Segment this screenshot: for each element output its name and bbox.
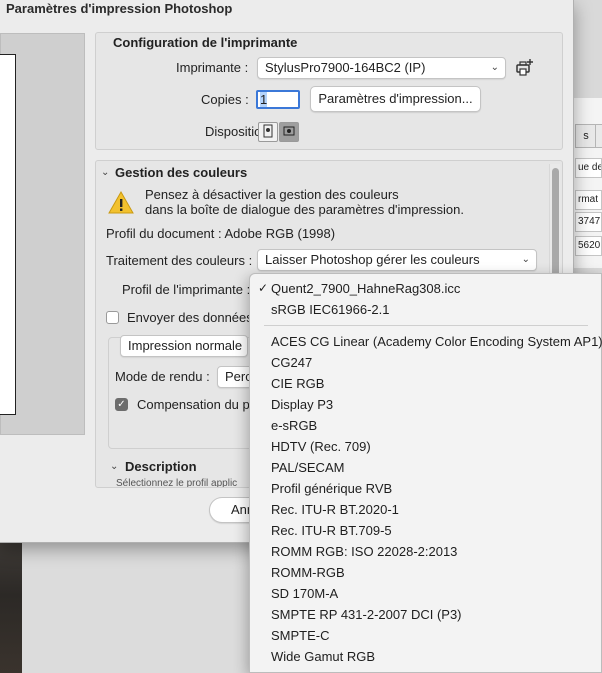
menu-item[interactable]: Display P3	[250, 394, 602, 415]
menu-item[interactable]: Rec. ITU-R BT.709-5	[250, 520, 602, 541]
color-handling-select[interactable]: Laisser Photoshop gérer les couleurs ⌄	[257, 249, 537, 271]
menu-item[interactable]: SMPTE RP 431-2-2007 DCI (P3)	[250, 604, 602, 625]
send-data-checkbox[interactable]	[106, 311, 119, 324]
printer-profile-menu: ✓ Quent2_7900_HahneRag308.icc sRGB IEC61…	[249, 273, 602, 673]
printer-select[interactable]: StylusPro7900-164BC2 (IP) ⌄	[257, 57, 506, 79]
background-cell: 5620	[575, 236, 602, 256]
preview-paper	[0, 54, 16, 415]
background-cell: ue de	[575, 158, 602, 178]
send-data-label: Envoyer des données	[127, 310, 253, 325]
copies-input-value: 1	[260, 92, 268, 107]
menu-item-selected[interactable]: ✓ Quent2_7900_HahneRag308.icc	[250, 278, 602, 299]
menu-item[interactable]: Profil générique RVB	[250, 478, 602, 499]
document-profile: Profil du document : Adobe RGB (1998)	[106, 226, 336, 241]
menu-item[interactable]: sRGB IEC61966-2.1	[250, 299, 602, 320]
background-image-strip	[0, 543, 22, 673]
normal-print-select[interactable]: Impression normale	[120, 335, 248, 357]
menu-item[interactable]: PAL/SECAM	[250, 457, 602, 478]
warning-icon	[108, 190, 134, 215]
landscape-layout-icon[interactable]	[279, 122, 299, 142]
portrait-layout-icon[interactable]	[258, 122, 278, 142]
menu-item[interactable]: HDTV (Rec. 709)	[250, 436, 602, 457]
menu-item[interactable]: SMPTE-C	[250, 625, 602, 646]
add-printer-icon[interactable]	[514, 58, 534, 78]
background-cell: 3747	[575, 212, 602, 232]
compensation-checkbox[interactable]: ✓	[115, 398, 128, 411]
menu-item[interactable]: ACES CG Linear (Academy Color Encoding S…	[250, 331, 602, 352]
chevron-down-icon[interactable]: ⌄	[110, 461, 118, 472]
menu-item[interactable]: e-sRGB	[250, 415, 602, 436]
print-settings-button[interactable]: Paramètres d'impression...	[310, 86, 481, 112]
compensation-label: Compensation du po	[137, 397, 257, 412]
copies-input[interactable]: 1	[256, 90, 300, 109]
color-section-title: Gestion des couleurs	[115, 165, 248, 180]
menu-item[interactable]: CIE RGB	[250, 373, 602, 394]
printer-select-value: StylusPro7900-164BC2 (IP)	[265, 60, 426, 75]
warning-text-line1: Pensez à désactiver la gestion des coule…	[145, 187, 399, 202]
menu-item[interactable]: SD 170M-A	[250, 583, 602, 604]
printer-section-title: Configuration de l'imprimante	[113, 35, 298, 50]
printer-label: Imprimante :	[176, 60, 249, 75]
copies-label: Copies :	[201, 92, 249, 107]
menu-item[interactable]: Rec. ITU-R BT.2020-1	[250, 499, 602, 520]
warning-text-line2: dans la boîte de dialogue des paramètres…	[145, 202, 465, 217]
chevron-down-icon: ⌄	[490, 62, 499, 73]
checkmark-icon: ✓	[258, 281, 269, 295]
background-tab[interactable]: s	[575, 124, 597, 148]
normal-print-value: Impression normale	[128, 338, 243, 353]
description-text: Sélectionnez le profil applic	[116, 478, 238, 488]
chevron-down-icon: ⌄	[521, 254, 530, 265]
render-mode-value: Perc	[225, 369, 252, 384]
background-cell: rmat	[575, 190, 602, 210]
color-handling-label: Traitement des couleurs :	[106, 253, 253, 268]
printer-configuration-section: Configuration de l'imprimante Imprimante…	[95, 32, 563, 150]
menu-item[interactable]: ROMM-RGB	[250, 562, 602, 583]
chevron-down-icon[interactable]: ⌄	[101, 167, 109, 178]
render-mode-label: Mode de rendu :	[115, 369, 210, 384]
menu-item[interactable]: CG247	[250, 352, 602, 373]
menu-separator	[264, 325, 588, 326]
background-tab[interactable]: F	[595, 124, 602, 148]
printer-profile-label: Profil de l'imprimante :	[122, 282, 251, 297]
menu-item[interactable]: Wide Gamut RGB	[250, 646, 602, 667]
color-handling-value: Laisser Photoshop gérer les couleurs	[265, 252, 480, 267]
description-title: Description	[125, 459, 197, 474]
menu-item[interactable]: ROMM RGB: ISO 22028-2:2013	[250, 541, 602, 562]
dialog-title: Paramètres d'impression Photoshop	[6, 1, 233, 16]
